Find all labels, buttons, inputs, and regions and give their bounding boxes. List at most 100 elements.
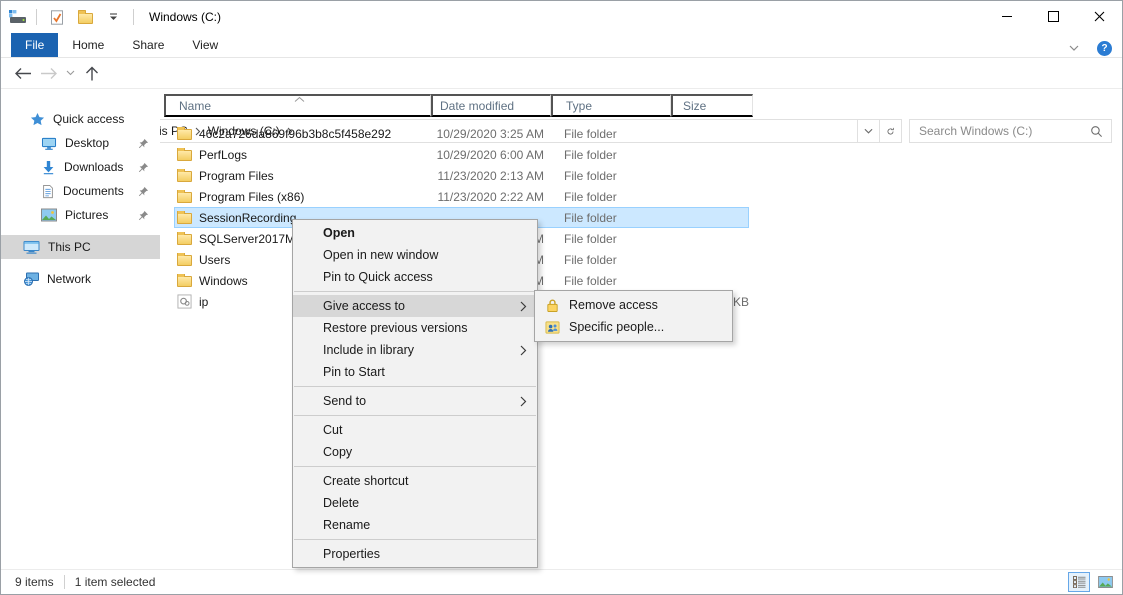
forward-arrow-icon (40, 67, 58, 80)
menu-separator (294, 466, 536, 467)
refresh-icon (886, 125, 895, 138)
column-headers: Name Date modified Type Size (164, 94, 753, 117)
folder-icon (177, 171, 192, 182)
desktop-icon (41, 136, 57, 151)
menu-item-copy[interactable]: Copy (293, 441, 537, 463)
tab-home[interactable]: Home (58, 33, 118, 57)
qat-new-folder-button[interactable] (74, 6, 96, 28)
window-title: Windows (C:) (149, 10, 221, 24)
app-drive-icon (9, 9, 27, 25)
menu-item-delete[interactable]: Delete (293, 492, 537, 514)
title-bar: Windows (C:) (1, 1, 982, 33)
details-view-icon (1073, 576, 1086, 588)
folder-icon (177, 213, 192, 224)
tab-file[interactable]: File (11, 33, 58, 57)
folder-icon (177, 255, 192, 266)
qat-properties-button[interactable] (46, 6, 68, 28)
column-header-size[interactable]: Size (671, 94, 753, 117)
search-box[interactable] (909, 119, 1112, 143)
search-icon[interactable] (1082, 125, 1111, 138)
column-header-name[interactable]: Name (164, 94, 431, 117)
window-controls (984, 1, 1122, 32)
forward-button[interactable] (39, 64, 59, 82)
menu-item-open-in-new-window[interactable]: Open in new window (293, 244, 537, 266)
large-icons-view-button[interactable] (1094, 572, 1116, 592)
menu-item-open[interactable]: Open (293, 222, 537, 244)
maximize-icon (1048, 11, 1059, 22)
menu-item-pin-to-start[interactable]: Pin to Start (293, 361, 537, 383)
help-button[interactable]: ? (1097, 41, 1112, 56)
menu-separator (294, 415, 536, 416)
expand-ribbon-button[interactable] (1063, 37, 1085, 59)
computer-icon (23, 240, 40, 255)
menu-separator (294, 386, 536, 387)
menu-item-create-shortcut[interactable]: Create shortcut (293, 470, 537, 492)
back-arrow-icon (14, 67, 32, 80)
folder-icon (177, 150, 192, 161)
submenu-item-specific-people[interactable]: Specific people... (535, 316, 732, 338)
submenu-chevron-icon (520, 301, 527, 312)
sidebar-item-this-pc[interactable]: This PC (1, 235, 160, 259)
sidebar-item-quick-access[interactable]: Quick access (1, 107, 160, 131)
recent-locations-dropdown[interactable] (63, 64, 77, 82)
details-view-button[interactable] (1068, 572, 1090, 592)
sidebar-item-network[interactable]: Network (1, 267, 160, 291)
menu-item-properties[interactable]: Properties (293, 543, 537, 565)
menu-item-give-access-to[interactable]: Give access to (293, 295, 537, 317)
dropdown-icon (109, 13, 118, 21)
menu-item-restore-previous-versions[interactable]: Restore previous versions (293, 317, 537, 339)
file-row[interactable]: Program Files (x86) 11/23/2020 2:22 AM F… (164, 186, 753, 207)
sidebar-item-desktop[interactable]: Desktop (1, 131, 160, 155)
selection-count: 1 item selected (75, 575, 156, 589)
address-history-dropdown[interactable] (857, 120, 879, 142)
menu-item-cut[interactable]: Cut (293, 419, 537, 441)
navigation-pane: Quick access Desktop Downloads Documents… (1, 89, 160, 569)
sidebar-item-downloads[interactable]: Downloads (1, 155, 160, 179)
sidebar-item-pictures[interactable]: Pictures (1, 203, 160, 227)
file-row[interactable]: Program Files 11/23/2020 2:13 AM File fo… (164, 165, 753, 186)
download-arrow-icon (41, 160, 56, 175)
column-header-date-modified[interactable]: Date modified (431, 94, 551, 117)
picture-icon (41, 208, 57, 222)
folder-icon (177, 234, 192, 245)
menu-item-include-in-library[interactable]: Include in library (293, 339, 537, 361)
refresh-button[interactable] (879, 120, 901, 142)
gear-file-icon (177, 294, 192, 309)
minimize-button[interactable] (984, 1, 1030, 32)
navigation-bar: This PC Windows (C:) (1, 58, 1122, 89)
network-icon (23, 272, 39, 286)
file-row[interactable]: PerfLogs 10/29/2020 6:00 AM File folder (164, 144, 753, 165)
chevron-down-icon (864, 128, 873, 134)
column-header-type[interactable]: Type (551, 94, 671, 117)
properties-check-icon (50, 10, 64, 25)
close-button[interactable] (1076, 1, 1122, 32)
search-input[interactable] (910, 124, 1082, 138)
maximize-button[interactable] (1030, 1, 1076, 32)
back-button[interactable] (13, 64, 33, 82)
submenu-item-remove-access[interactable]: Remove access (535, 294, 732, 316)
folder-icon (78, 13, 93, 24)
give-access-submenu: Remove access Specific people... (534, 290, 733, 342)
toolbar-separator (133, 9, 134, 25)
star-icon (30, 112, 45, 127)
chevron-down-icon (66, 70, 75, 76)
file-row[interactable]: 46c2a726da869f96b3b8c5f458e292 10/29/202… (164, 123, 753, 144)
sidebar-item-documents[interactable]: Documents (1, 179, 160, 203)
thumbnail-view-icon (1098, 576, 1113, 588)
tab-share[interactable]: Share (118, 33, 178, 57)
lock-icon (545, 298, 560, 313)
tab-view[interactable]: View (178, 33, 232, 57)
folder-icon (177, 129, 192, 140)
item-count: 9 items (15, 575, 54, 589)
toolbar-separator (36, 9, 37, 25)
menu-item-rename[interactable]: Rename (293, 514, 537, 536)
up-button[interactable] (83, 64, 101, 82)
up-arrow-icon (85, 66, 99, 81)
menu-item-pin-to-quick-access[interactable]: Pin to Quick access (293, 266, 537, 288)
menu-separator (294, 291, 536, 292)
pin-icon (138, 186, 149, 197)
ribbon-tab-bar: File Home Share View ? (1, 33, 1122, 58)
qat-customize-dropdown[interactable] (102, 6, 124, 28)
menu-item-send-to[interactable]: Send to (293, 390, 537, 412)
submenu-chevron-icon (520, 396, 527, 407)
